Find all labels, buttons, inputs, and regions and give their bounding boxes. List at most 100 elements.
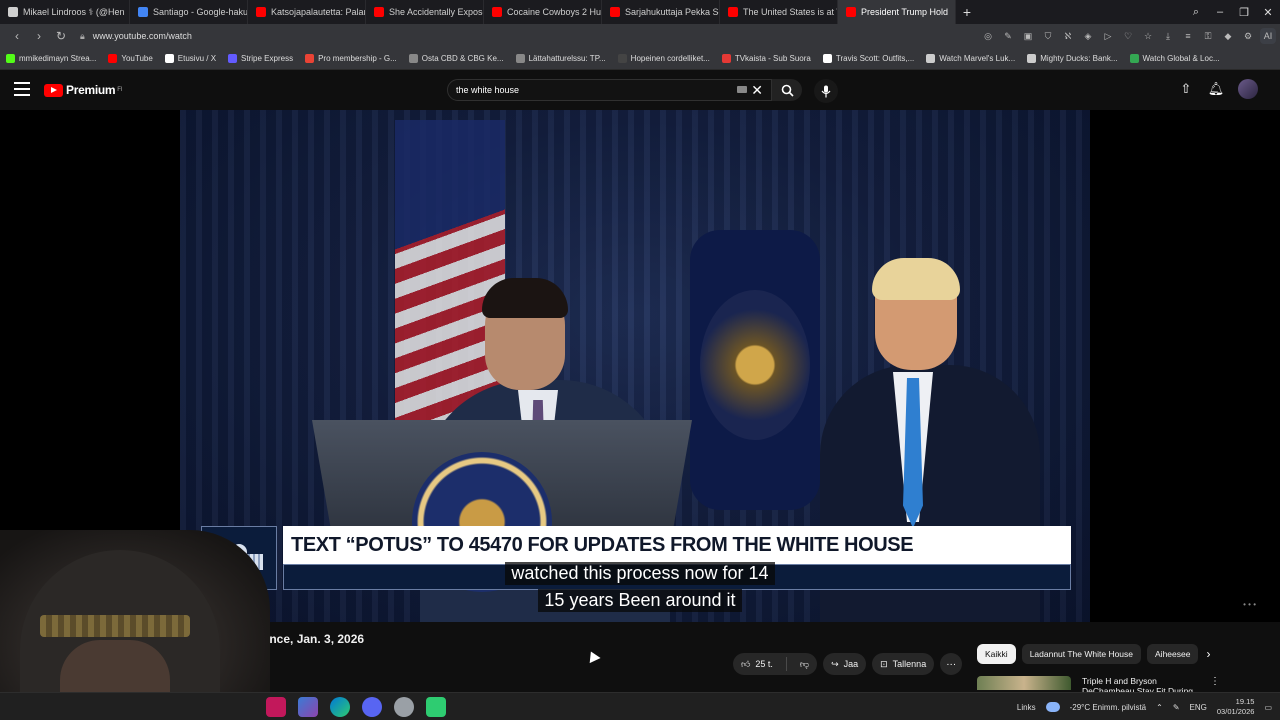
tab-title: Mikael Lindroos ⚕ (@Hen [23,6,125,17]
tab-title: Cocaine Cowboys 2 Hustl [507,7,602,17]
search-box: ✕ [447,79,772,101]
restore-icon[interactable]: ❐ [1232,0,1256,24]
tray-chevron-icon[interactable]: ⌃ [1156,703,1163,712]
url-text: www.youtube.com/watch [92,31,192,41]
like-button[interactable]: 👍︎ 25 t. [733,653,781,675]
notification-icon[interactable]: ▭ [1264,703,1272,712]
filter-chip[interactable]: Ladannut The White House [1021,644,1142,664]
window-controls: ⌕ – ❐ ✕ [1184,0,1280,24]
youtube-premium-logo[interactable]: Premium FI [44,83,123,97]
taskbar-app-gray-icon[interactable] [394,697,414,717]
dislike-button[interactable]: 👎︎ [792,653,817,675]
player-corner-icon[interactable]: • • • [1243,600,1256,609]
list-icon[interactable]: ≡ [1180,28,1196,44]
ai-button[interactable]: AI [1260,28,1276,44]
recommended-more-icon[interactable]: ⋮ [1210,676,1220,687]
taskbar-edge-icon[interactable] [330,697,350,717]
bookmark-item[interactable]: Travis Scott: Outfits,... [822,54,914,63]
reload-icon[interactable]: ↻ [50,25,72,47]
browser-tab[interactable]: President Trump Hold [838,0,956,24]
bookmark-item[interactable]: TVkaista - Sub Suora [721,54,811,63]
edit-icon[interactable]: ✎ [1000,28,1016,44]
links-label[interactable]: Links [1017,703,1036,712]
bookmark-item[interactable]: Watch Global & Loc... [1129,54,1220,63]
browser-tab-strip: Mikael Lindroos ⚕ (@Hen Santiago - Google… [0,0,1280,24]
bookmark-item[interactable]: mmikedimayn Strea... [6,54,96,63]
bookmark-item[interactable]: Watch Marvel's Luk... [926,54,1015,63]
more-actions-button[interactable]: ··· [940,653,963,675]
browser-tab[interactable]: Katsojapalautetta: Paland [248,0,366,24]
settings-icon[interactable]: ⚙ [1240,28,1256,44]
translate-icon[interactable]: ℵ [1060,28,1076,44]
bookmark-label: mmikedimayn Strea... [19,54,97,63]
pen-icon[interactable]: ✎ [1173,703,1180,712]
browser-tab[interactable]: She Accidentally Exposed [366,0,484,24]
close-window-icon[interactable]: ✕ [1256,0,1280,24]
voice-search-button[interactable] [814,79,838,103]
bookmark-favicon-icon [305,54,315,63]
minimize-icon[interactable]: – [1208,0,1232,24]
logo-country: FI [117,87,123,93]
taskbar-discord-icon[interactable] [362,697,382,717]
weather-icon [1045,702,1060,712]
heart-icon[interactable]: ♡ [1120,28,1136,44]
browser-tab[interactable]: Cocaine Cowboys 2 Hustl [484,0,602,24]
bookmark-star-icon[interactable]: ☆ [1140,28,1156,44]
browser-tab[interactable]: Santiago - Google-haku [130,0,248,24]
clear-search-icon[interactable]: ✕ [751,82,763,99]
copilot-icon[interactable]: ◆ [1220,28,1236,44]
bell-icon[interactable]: 🔔︎ [1208,79,1225,99]
weather-text[interactable]: -29°C Enimm. pilvistä [1070,703,1147,712]
bookmark-item[interactable]: Stripe Express [228,54,293,63]
bookmark-item[interactable]: YouTube [108,54,153,63]
clock[interactable]: 19.15 03/01/2026 [1217,697,1255,717]
keyboard-icon[interactable] [737,86,747,93]
bookmark-item[interactable]: Pro membership - G... [305,54,397,63]
search-input[interactable] [456,85,716,95]
screenshot-icon[interactable]: ▣ [1020,28,1036,44]
taskbar-app-red-icon[interactable] [266,697,286,717]
browser-tab[interactable]: The United States is at Wa [720,0,838,24]
bookmark-favicon-icon [926,54,936,63]
play-icon[interactable]: ▷ [1100,28,1116,44]
language-indicator[interactable]: ENG [1190,703,1207,712]
save-button[interactable]: ⊡ Tallenna [872,653,935,675]
profile-lock-icon[interactable]: ⚿ [1200,28,1216,44]
filter-chip[interactable]: Aiheesee [1147,644,1199,664]
share-button[interactable]: ↪ Jaa [823,653,867,675]
bookmark-item[interactable]: Lättahatturelssu: TP... [515,54,606,63]
new-tab-button[interactable]: + [956,0,978,24]
filter-chip[interactable]: Kaikki [977,644,1016,664]
bookmark-favicon-icon [1027,54,1037,63]
bookmark-item[interactable]: Mighty Ducks: Bank... [1027,54,1118,63]
download-icon[interactable]: ⤓ [1160,28,1176,44]
search-icon [781,84,794,97]
forward-icon[interactable]: › [28,25,50,47]
extension-icon[interactable]: ◈ [1080,28,1096,44]
bookmark-item[interactable]: Hopeinen cordelliket... [617,54,710,63]
back-icon[interactable]: ‹ [6,25,28,47]
taskbar-app-green-icon[interactable] [426,697,446,717]
tab-favicon-icon [846,7,856,17]
mic-icon [821,85,831,97]
bookmark-item[interactable]: Etusivu / X [164,54,216,63]
webcam-beanie [40,615,190,637]
lens-icon[interactable]: ◎ [980,28,996,44]
taskbar-app-copilot-icon[interactable] [298,697,318,717]
shield-icon[interactable]: ⛉ [1040,28,1056,44]
hamburger-icon[interactable] [14,82,30,96]
recommended-thumbnail[interactable] [977,676,1071,690]
logo-text: Premium [66,83,116,97]
browser-tab[interactable]: Mikael Lindroos ⚕ (@Hen [0,0,130,24]
search-tabs-icon[interactable]: ⌕ [1184,0,1208,24]
upload-icon[interactable]: ⇧ [1178,79,1194,99]
search-button[interactable] [772,79,802,101]
bookmark-label: Osta CBD & CBG Ke... [421,54,504,63]
url-field[interactable]: 🔒︎ www.youtube.com/watch [80,31,192,42]
bookmark-item[interactable]: Osta CBD & CBG Ke... [408,54,504,63]
chevron-right-icon[interactable]: › [1206,647,1210,661]
browser-tab[interactable]: Sarjahukuttaja Pekka Sepp [602,0,720,24]
avatar[interactable] [1238,79,1258,99]
recommended-video[interactable]: Triple H and Bryson DeChambeau Stay Fit … [977,676,1227,696]
clock-time: 19.15 [1235,697,1255,706]
